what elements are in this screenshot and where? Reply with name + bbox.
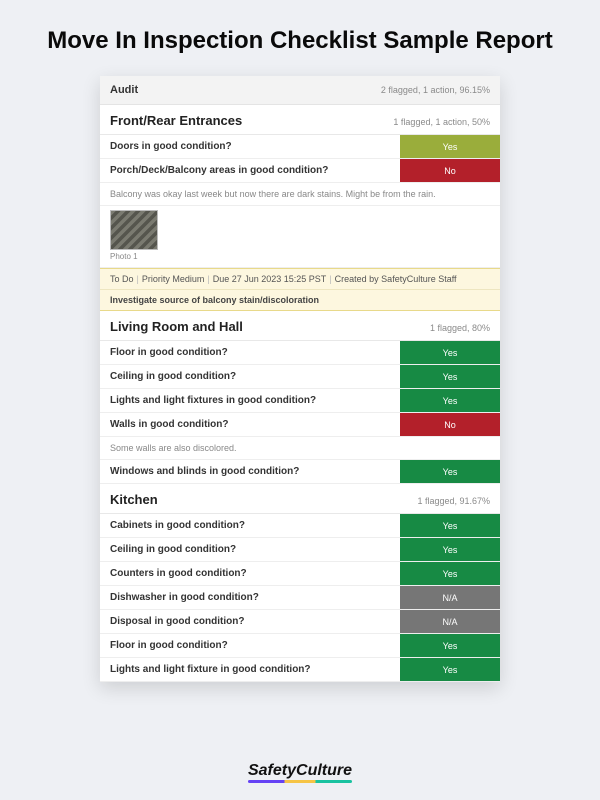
checklist-item: Doors in good condition?Yes: [100, 135, 500, 159]
checklist-item: Ceiling in good condition?Yes: [100, 365, 500, 389]
action-status: To Do: [110, 274, 134, 284]
action-banner: To Do|Priority Medium|Due 27 Jun 2023 15…: [100, 268, 500, 311]
photo-thumbnail[interactable]: [110, 210, 158, 250]
item-note: Some walls are also discolored.: [100, 437, 500, 460]
section-stats: 1 flagged, 80%: [430, 323, 490, 333]
report-card: Audit 2 flagged, 1 action, 96.15% Front/…: [100, 76, 500, 682]
item-status-badge: Yes: [400, 389, 500, 412]
checklist-item: Disposal in good condition?N/A: [100, 610, 500, 634]
item-status-badge: Yes: [400, 514, 500, 537]
footer-brand-logo: SafetyCulture: [0, 762, 600, 780]
item-status-badge: No: [400, 159, 500, 182]
item-status-badge: N/A: [400, 586, 500, 609]
action-creator: Created by SafetyCulture Staff: [335, 274, 457, 284]
item-status-badge: Yes: [400, 135, 500, 158]
photo-block: Photo 1: [100, 206, 500, 268]
item-note: Balcony was okay last week but now there…: [100, 183, 500, 206]
audit-stats: 2 flagged, 1 action, 96.15%: [381, 85, 490, 95]
checklist-item: Floor in good condition?Yes: [100, 634, 500, 658]
checklist-item: Dishwasher in good condition?N/A: [100, 586, 500, 610]
checklist-item: Porch/Deck/Balcony areas in good conditi…: [100, 159, 500, 183]
audit-label: Audit: [110, 84, 138, 96]
audit-header: Audit 2 flagged, 1 action, 96.15%: [100, 76, 500, 105]
item-status-badge: Yes: [400, 365, 500, 388]
item-status-badge: Yes: [400, 460, 500, 483]
checklist-item: Windows and blinds in good condition?Yes: [100, 460, 500, 484]
action-meta: To Do|Priority Medium|Due 27 Jun 2023 15…: [100, 269, 500, 290]
section-title: Front/Rear Entrances: [110, 113, 242, 128]
checklist-item: Ceiling in good condition?Yes: [100, 538, 500, 562]
checklist-item: Lights and light fixtures in good condit…: [100, 389, 500, 413]
item-label: Floor in good condition?: [100, 341, 400, 364]
item-status-badge: No: [400, 413, 500, 436]
item-status-badge: Yes: [400, 658, 500, 681]
item-status-badge: N/A: [400, 610, 500, 633]
section-stats: 1 flagged, 1 action, 50%: [393, 117, 490, 127]
item-label: Ceiling in good condition?: [100, 538, 400, 561]
item-label: Ceiling in good condition?: [100, 365, 400, 388]
section-stats: 1 flagged, 91.67%: [417, 496, 490, 506]
photo-caption: Photo 1: [110, 252, 490, 261]
checklist-item: Counters in good condition?Yes: [100, 562, 500, 586]
item-label: Lights and light fixtures in good condit…: [100, 389, 400, 412]
section-title: Kitchen: [110, 492, 158, 507]
item-label: Doors in good condition?: [100, 135, 400, 158]
item-status-badge: Yes: [400, 341, 500, 364]
item-status-badge: Yes: [400, 562, 500, 585]
checklist-item: Cabinets in good condition?Yes: [100, 514, 500, 538]
item-label: Walls in good condition?: [100, 413, 400, 436]
action-due: Due 27 Jun 2023 15:25 PST: [213, 274, 327, 284]
item-label: Porch/Deck/Balcony areas in good conditi…: [100, 159, 400, 182]
item-label: Floor in good condition?: [100, 634, 400, 657]
action-priority: Priority Medium: [142, 274, 205, 284]
item-label: Disposal in good condition?: [100, 610, 400, 633]
item-label: Counters in good condition?: [100, 562, 400, 585]
page-title: Move In Inspection Checklist Sample Repo…: [0, 0, 600, 76]
item-label: Dishwasher in good condition?: [100, 586, 400, 609]
section-title: Living Room and Hall: [110, 319, 243, 334]
checklist-item: Floor in good condition?Yes: [100, 341, 500, 365]
item-status-badge: Yes: [400, 634, 500, 657]
section-header: Living Room and Hall 1 flagged, 80%: [100, 311, 500, 341]
checklist-item: Lights and light fixture in good conditi…: [100, 658, 500, 682]
item-status-badge: Yes: [400, 538, 500, 561]
section-header: Kitchen 1 flagged, 91.67%: [100, 484, 500, 514]
action-description: Investigate source of balcony stain/disc…: [100, 290, 500, 310]
checklist-item: Walls in good condition?No: [100, 413, 500, 437]
section-header: Front/Rear Entrances 1 flagged, 1 action,…: [100, 105, 500, 135]
item-label: Cabinets in good condition?: [100, 514, 400, 537]
item-label: Lights and light fixture in good conditi…: [100, 658, 400, 681]
item-label: Windows and blinds in good condition?: [100, 460, 400, 483]
